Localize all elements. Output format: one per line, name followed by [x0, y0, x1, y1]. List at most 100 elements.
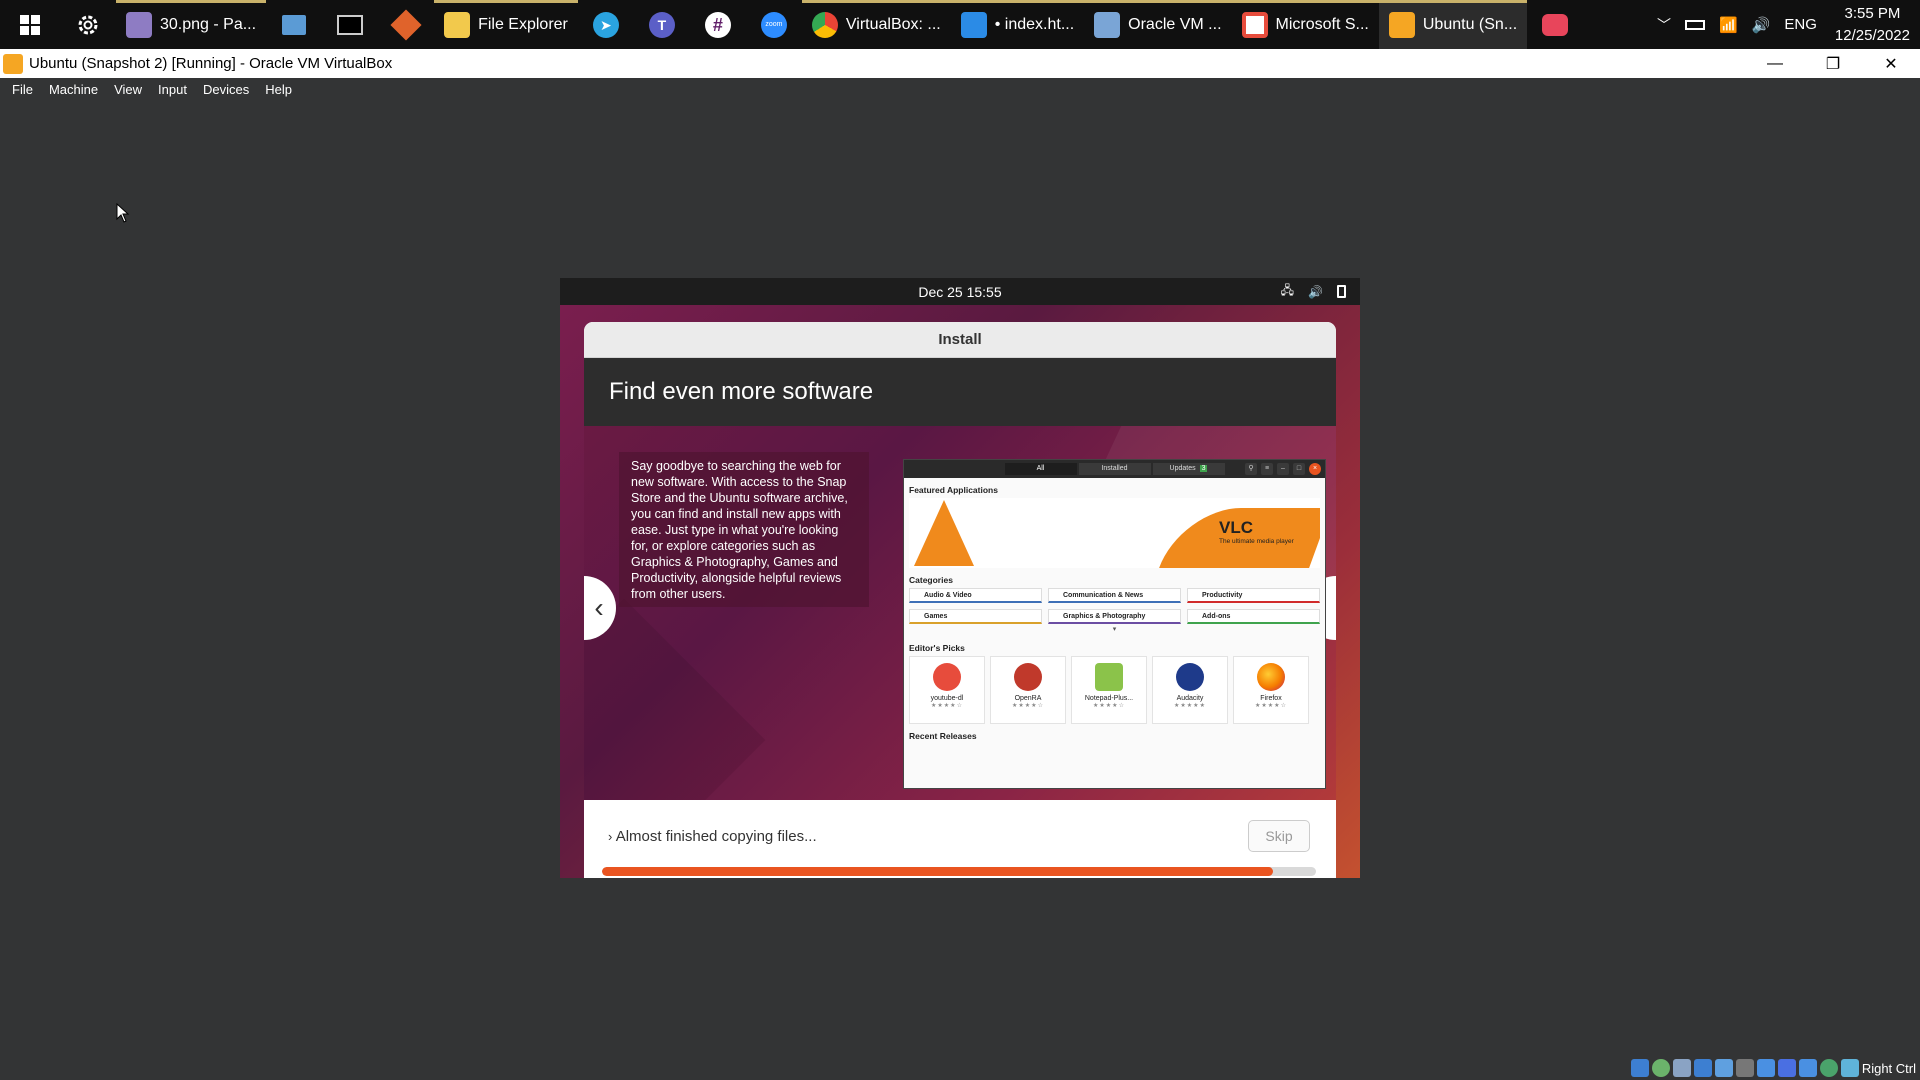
store-tab-updates: Updates 3	[1152, 463, 1225, 475]
mouse-cursor-icon	[116, 203, 130, 223]
taskbar-teams-button[interactable]: T	[634, 0, 690, 49]
taskbar-app-file-explorer[interactable]: File Explorer	[434, 0, 578, 49]
recorder-icon	[1542, 13, 1569, 36]
taskbar-recorder-button[interactable]	[1527, 0, 1583, 49]
recording-icon[interactable]	[1777, 1059, 1796, 1077]
minimize-icon: –	[1277, 463, 1289, 475]
keyboard-capture-icon[interactable]	[1840, 1059, 1859, 1077]
vbox-menubar: File Machine View Input Devices Help	[0, 78, 1920, 100]
language-indicator[interactable]: ENG	[1784, 16, 1817, 33]
restore-button[interactable]: ❐	[1804, 49, 1862, 78]
audacity-icon	[1176, 663, 1204, 691]
virtualbox-vm-icon	[1388, 11, 1415, 38]
taskbar-app-oracle-vm[interactable]: Oracle VM ...	[1084, 0, 1232, 49]
contact-card-icon	[282, 14, 307, 35]
featured-section-title: Featured Applications	[909, 485, 998, 495]
menu-help[interactable]: Help	[257, 82, 300, 97]
taskbar-terminal-button[interactable]	[322, 0, 378, 49]
taskbar-app-microsoft-store[interactable]: Microsoft S...	[1231, 0, 1380, 49]
vm-screen[interactable]: Dec 25 15:55 🖧 🔊 Install Find even more …	[560, 278, 1360, 878]
pick-firefox: Firefox ★★★★☆	[1233, 656, 1309, 724]
windows-logo-icon	[20, 14, 40, 35]
close-button[interactable]: ✕	[1862, 49, 1920, 78]
window-title: Ubuntu (Snapshot 2) [Running] - Oracle V…	[29, 55, 393, 72]
store-tab-updates-label: Updates	[1169, 465, 1196, 472]
pick-rating: ★★★★☆	[1012, 703, 1044, 709]
skip-button[interactable]: Skip	[1248, 820, 1310, 852]
minimize-button[interactable]: —	[1746, 49, 1804, 78]
categories-grid: Audio & Video Communication & News Produ…	[904, 588, 1325, 624]
chevron-up-icon[interactable]: ﹀	[1657, 15, 1671, 35]
taskbar-app-ubuntu-vm[interactable]: Ubuntu (Sn...	[1378, 0, 1528, 49]
mouse-integration-icon[interactable]	[1798, 1059, 1817, 1077]
slide-description: Say goodbye to searching the web for new…	[619, 452, 869, 607]
guest-additions-icon[interactable]	[1819, 1059, 1838, 1077]
categories-section-title: Categories	[909, 575, 953, 585]
settings-taskbar-button[interactable]	[60, 0, 116, 49]
network-icon: 🖧	[1280, 283, 1295, 297]
install-progress-area: › Almost finished copying files... Skip	[584, 800, 1336, 878]
menu-machine[interactable]: Machine	[41, 82, 106, 97]
menu-view[interactable]: View	[106, 82, 150, 97]
taskbar-app-label: • index.ht...	[994, 15, 1075, 33]
taskbar-zoom-button[interactable]: zoom	[746, 0, 802, 49]
maximize-icon: □	[1293, 463, 1305, 475]
store-icon	[1241, 11, 1268, 38]
usb-icon[interactable]	[1714, 1059, 1733, 1077]
taskbar-app-label: VirtualBox: ...	[845, 15, 941, 33]
pick-youtube-dl: youtube-dl ★★★★☆	[909, 656, 985, 724]
zoom-icon: zoom	[760, 11, 787, 38]
optical-drive-icon[interactable]	[1651, 1059, 1670, 1077]
openra-icon	[1014, 663, 1042, 691]
gnome-system-indicators[interactable]: 🖧 🔊	[1281, 278, 1346, 305]
pick-rating: ★★★★☆	[1255, 703, 1287, 709]
pick-name: youtube-dl	[930, 695, 964, 702]
taskbar-app-vscode[interactable]: • index.ht...	[950, 0, 1085, 49]
network-icon[interactable]	[1693, 1059, 1712, 1077]
terminal-icon	[337, 14, 364, 35]
installer-slide: Say goodbye to searching the web for new…	[584, 426, 1336, 800]
menu-devices[interactable]: Devices	[195, 82, 257, 97]
gnome-top-bar: Dec 25 15:55 🖧 🔊	[560, 278, 1360, 305]
paint-icon	[126, 11, 152, 38]
vbox-status-bar: Right Ctrl	[1630, 1056, 1920, 1080]
ubuntu-installer-window: Install Find even more software Say good…	[584, 322, 1336, 878]
taskbar-app-chrome[interactable]: VirtualBox: ...	[801, 0, 951, 49]
virtualbox-app-icon	[3, 53, 23, 74]
taskbar-contacts-button[interactable]	[266, 0, 322, 49]
taskbar-telegram-button[interactable]: ➤	[578, 0, 634, 49]
menu-input[interactable]: Input	[150, 82, 195, 97]
audio-icon[interactable]	[1672, 1059, 1691, 1077]
taskbar-git-button[interactable]	[378, 0, 434, 49]
pick-name: Notepad-Plus...	[1084, 695, 1134, 702]
start-button[interactable]	[0, 0, 60, 49]
store-headerbar: All Installed Updates 3 ⚲ ≡ – □ ×	[904, 460, 1325, 478]
window-title-bar: Ubuntu (Snapshot 2) [Running] - Oracle V…	[0, 49, 1920, 78]
clock-date: 12/25/2022	[1834, 26, 1910, 44]
featured-app-name: VLC	[1219, 518, 1253, 537]
display-icon[interactable]	[1756, 1059, 1775, 1077]
gnome-clock[interactable]: Dec 25 15:55	[918, 284, 1001, 300]
software-store-preview: All Installed Updates 3 ⚲ ≡ – □ × Featur…	[903, 459, 1326, 789]
install-progress-bar	[602, 867, 1316, 876]
battery-icon[interactable]	[1685, 19, 1706, 30]
editors-picks-row: youtube-dl ★★★★☆ OpenRA ★★★★☆ Notepad-Pl…	[904, 656, 1325, 724]
store-tab-all: All	[1004, 463, 1077, 475]
chrome-icon	[811, 11, 838, 38]
chevron-left-icon: ‹	[594, 592, 604, 623]
installer-header: Install	[584, 322, 1336, 358]
taskbar-slack-button[interactable]: #	[690, 0, 746, 49]
menu-file[interactable]: File	[4, 82, 41, 97]
install-status[interactable]: › Almost finished copying files...	[608, 828, 817, 845]
system-tray: ﹀ 📶 🔊 ENG 3:55 PM 12/25/2022	[1657, 0, 1920, 49]
pick-notepad-plus: Notepad-Plus... ★★★★☆	[1071, 656, 1147, 724]
close-icon: ×	[1309, 463, 1321, 475]
wifi-icon[interactable]: 📶	[1719, 16, 1738, 34]
hard-disk-icon[interactable]	[1630, 1059, 1649, 1077]
taskbar-clock[interactable]: 3:55 PM 12/25/2022	[1831, 3, 1910, 47]
shared-folders-icon[interactable]	[1735, 1059, 1754, 1077]
taskbar-app-paint[interactable]: 30.png - Pa...	[116, 0, 267, 49]
volume-icon[interactable]: 🔊	[1752, 16, 1771, 34]
pick-rating: ★★★★☆	[931, 703, 963, 709]
pick-openra: OpenRA ★★★★☆	[990, 656, 1066, 724]
